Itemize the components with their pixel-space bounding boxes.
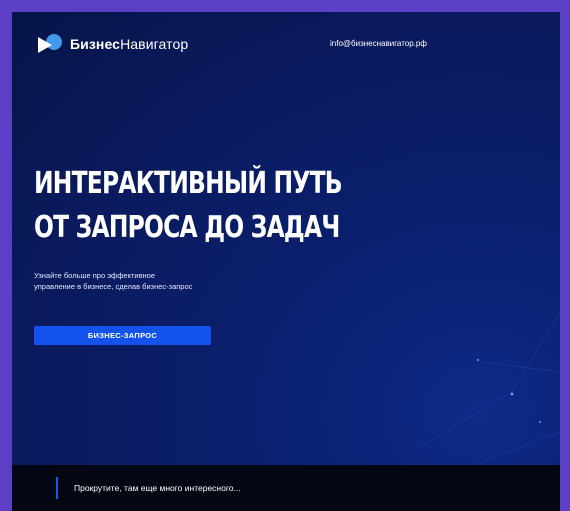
hero-subtitle: Узнайте больше про эффективное управлени… <box>34 270 234 292</box>
hero-title-line-1: ИНТЕРАКТИВНЫЙ ПУТЬ <box>34 166 343 201</box>
logo-icon <box>38 34 62 54</box>
hero-title: ИНТЕРАКТИВНЫЙ ПУТЬ ОТ ЗАПРОСА ДО ЗАДАЧ <box>34 162 343 250</box>
contact-email-link[interactable]: info@бизнеснавигатор.рф <box>330 39 427 48</box>
brand-name-bold: Бизнес <box>70 36 121 52</box>
brand-logo[interactable]: БизнесНавигатор <box>38 34 188 54</box>
brand-name-light: Навигатор <box>120 36 189 52</box>
hero-subtitle-line-2: управление в бизнесе, сделав бизнес-запр… <box>34 282 193 291</box>
scroll-hint-text: Прокрутите, там еще много интересного... <box>74 483 241 493</box>
brand-name: БизнесНавигатор <box>70 36 188 52</box>
network-lines-decoration <box>411 311 560 483</box>
scroll-hint-bar: Прокрутите, там еще много интересного... <box>12 465 560 511</box>
hero-subtitle-line-1: Узнайте больше про эффективное <box>34 271 156 280</box>
hero-title-line-2: ОТ ЗАПРОСА ДО ЗАДАЧ <box>34 210 340 245</box>
landing-page: БизнесНавигатор info@бизнеснавигатор.рф … <box>12 12 560 511</box>
scroll-hint-accent <box>56 477 58 499</box>
business-request-button[interactable]: БИЗНЕС-ЗАПРОС <box>34 326 211 345</box>
